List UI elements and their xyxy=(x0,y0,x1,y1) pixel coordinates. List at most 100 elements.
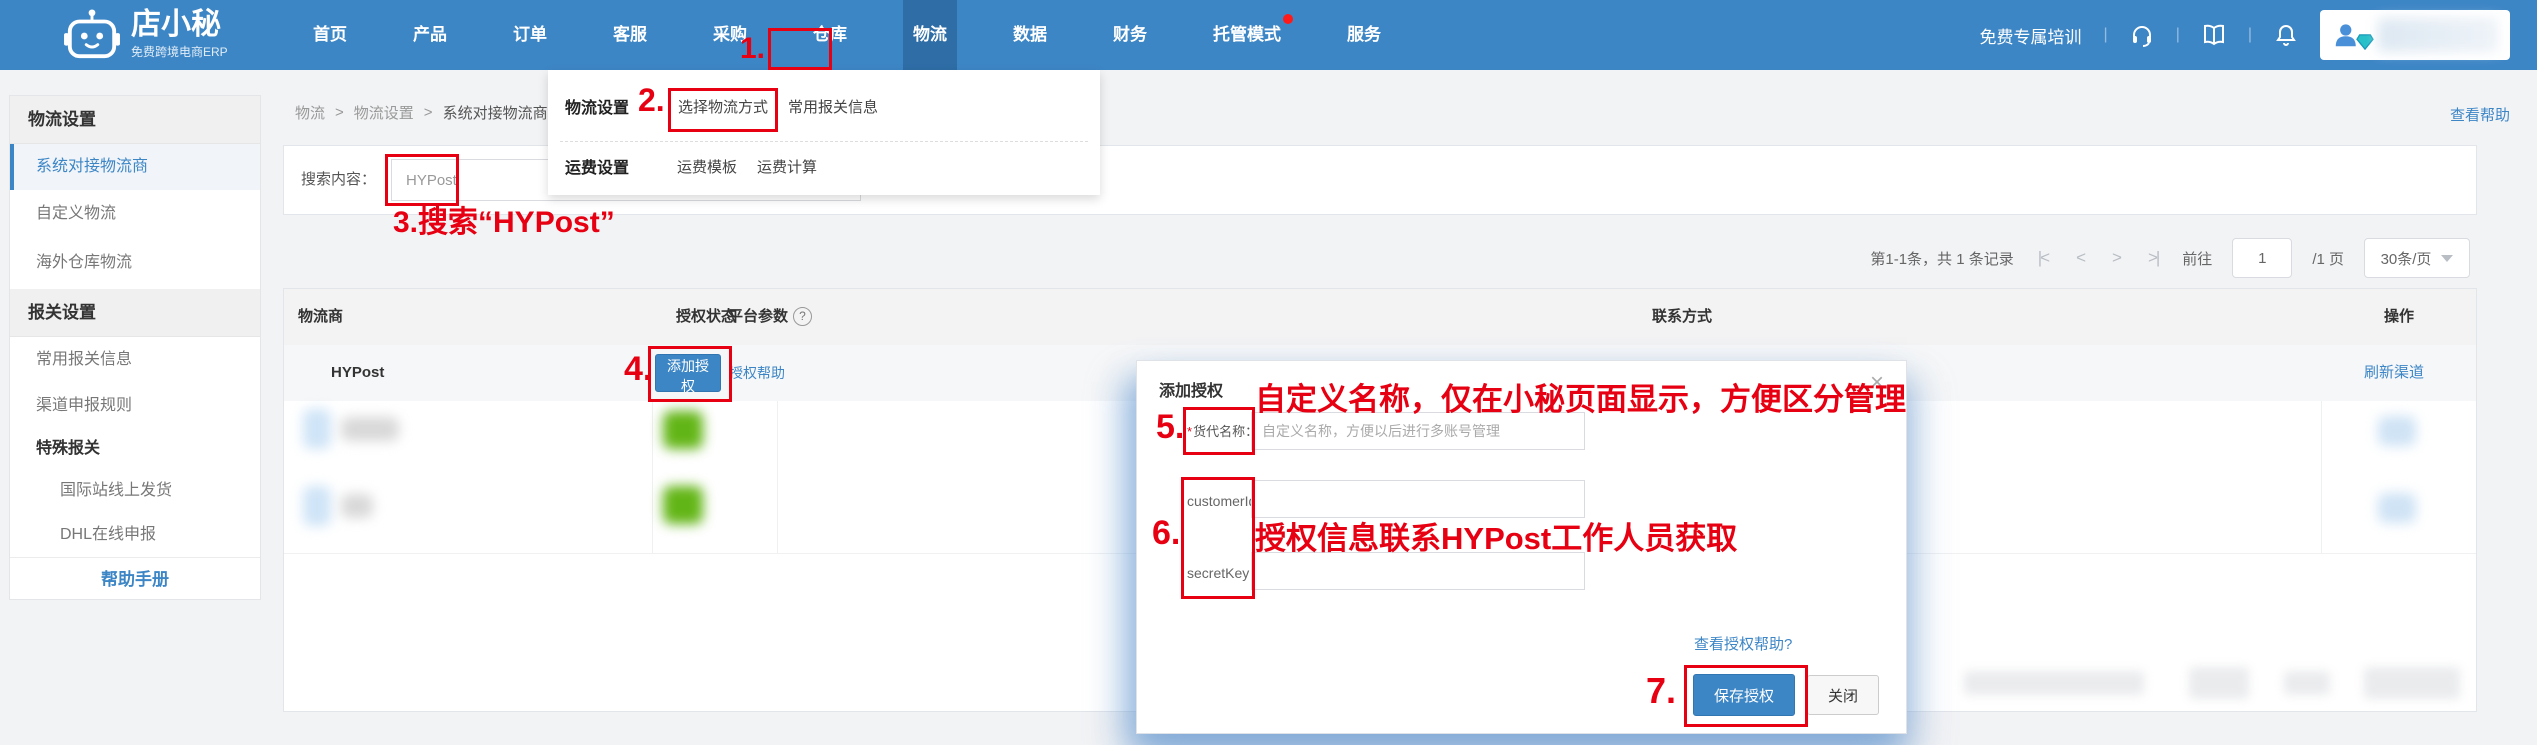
breadcrumb: 物流 > 物流设置 > 系统对接物流商 xyxy=(295,102,548,123)
nav-item-finance[interactable]: 财务 xyxy=(1103,0,1157,70)
pagination-bar: 第1-1条，共 1 条记录 |< < > >| 前往 /1 页 30条/页 xyxy=(1870,233,2470,283)
logo-subtitle: 免费跨境电商ERP xyxy=(131,45,228,59)
breadcrumb-separator: > xyxy=(335,104,344,121)
nav-item-products[interactable]: 产品 xyxy=(403,0,457,70)
required-asterisk: * xyxy=(1187,424,1193,439)
carrier-name-blurred xyxy=(341,417,399,441)
carrier-name: HYPost xyxy=(331,364,385,381)
nav-item-purchasing[interactable]: 采购 xyxy=(703,0,757,70)
search-label: 搜索内容： xyxy=(301,171,377,188)
nav-item-logistics[interactable]: 物流 xyxy=(903,0,957,70)
secret-key-input[interactable] xyxy=(1251,552,1585,590)
page-number-input[interactable] xyxy=(2232,238,2293,278)
refresh-channels-link[interactable]: 刷新渠道 xyxy=(2364,345,2424,401)
first-page-icon[interactable]: |< xyxy=(2034,248,2052,268)
carrier-name-blurred xyxy=(341,494,373,518)
page-size-value: 30条/页 xyxy=(2380,250,2432,268)
breadcrumb-separator: > xyxy=(423,104,433,121)
column-divider xyxy=(2321,401,2322,553)
menu-item-choose-shipping-method[interactable]: 选择物流方式 xyxy=(678,96,768,117)
auth-help-link-modal[interactable]: 查看授权帮助? xyxy=(1694,633,1792,654)
last-page-icon[interactable]: >| xyxy=(2144,248,2162,268)
notification-dot xyxy=(1283,14,1293,24)
col-header-contact: 联系方式 xyxy=(1652,308,1713,325)
bottom-pagination-blurred xyxy=(2364,667,2460,699)
sidebar-help-manual-link[interactable]: 帮助手册 xyxy=(10,557,260,602)
sidebar-item-intl-site-shipping[interactable]: 国际站线上发货 xyxy=(10,470,260,512)
close-icon[interactable]: × xyxy=(1870,369,1884,397)
sidebar-item-custom-logistics[interactable]: 自定义物流 xyxy=(10,190,260,237)
bottom-pagination-blurred xyxy=(2189,667,2249,699)
user-account-box[interactable] xyxy=(2320,10,2510,60)
col-header-carrier: 物流商 xyxy=(298,308,344,325)
topbar-right: 免费专属培训 | | | xyxy=(1980,0,2510,70)
nav-item-home[interactable]: 首页 xyxy=(303,0,357,70)
nav-item-managed-mode[interactable]: 托管模式 xyxy=(1203,0,1293,70)
action-link-blurred xyxy=(2378,416,2416,446)
close-button[interactable]: 关闭 xyxy=(1807,675,1879,715)
auth-toggle-blurred xyxy=(663,486,703,524)
save-auth-button[interactable]: 保存授权 xyxy=(1693,674,1795,716)
logo-title: 店小秘 xyxy=(131,8,221,41)
column-divider xyxy=(777,401,778,553)
pagination-summary: 第1-1条，共 1 条记录 xyxy=(1870,250,2014,268)
page-size-select[interactable]: 30条/页 xyxy=(2364,238,2470,278)
sidebar-section-logistics-settings: 物流设置 xyxy=(10,96,260,144)
action-link-blurred xyxy=(2378,493,2416,523)
customer-id-input[interactable] xyxy=(1251,480,1585,518)
sidebar-item-dhl-online-declare[interactable]: DHL在线申报 xyxy=(10,512,260,557)
menu-item-customs-info[interactable]: 常用报关信息 xyxy=(788,96,878,117)
prev-page-icon[interactable]: < xyxy=(2072,248,2088,268)
carrier-logo-blurred xyxy=(303,486,331,526)
dropdown-group-logistics-settings: 物流设置 选择物流方式 常用报关信息 xyxy=(548,76,1100,136)
chevron-down-icon xyxy=(2441,254,2454,262)
column-divider xyxy=(652,401,653,553)
add-auth-modal: 添加授权 × *货代名称： customerId： secretKey： 查看授… xyxy=(1136,360,1907,734)
sidebar-item-customs-info[interactable]: 常用报关信息 xyxy=(10,337,260,383)
bottom-pagination-blurred xyxy=(2284,671,2330,695)
book-icon[interactable] xyxy=(2202,23,2226,47)
nav-menu: 首页 产品 订单 客服 采购 仓库 物流 数据 财务 托管模式 服务 xyxy=(303,0,1391,70)
separator: | xyxy=(2247,26,2252,43)
col-header-actions: 操作 xyxy=(2384,308,2415,325)
dropdown-group-label: 物流设置 xyxy=(565,100,630,117)
sidebar-item-channel-declare-rules[interactable]: 渠道申报规则 xyxy=(10,383,260,428)
logistics-dropdown-menu: 物流设置 选择物流方式 常用报关信息 运费设置 运费模板 运费计算 xyxy=(548,70,1100,195)
separator: | xyxy=(2103,26,2108,43)
auth-toggle-blurred xyxy=(663,411,703,449)
secret-key-label: secretKey： xyxy=(1187,565,1264,581)
headset-icon[interactable] xyxy=(2130,23,2154,47)
add-auth-button[interactable]: 添加授权 xyxy=(655,354,721,394)
breadcrumb-logistics[interactable]: 物流 xyxy=(295,102,325,123)
breadcrumb-logistics-settings[interactable]: 物流设置 xyxy=(354,102,414,123)
page-total-label: /1 页 xyxy=(2312,250,2344,268)
breadcrumb-current-page: 系统对接物流商 xyxy=(442,105,548,122)
nav-item-data[interactable]: 数据 xyxy=(1003,0,1057,70)
nav-item-orders[interactable]: 订单 xyxy=(503,0,557,70)
auth-help-link[interactable]: 授权帮助 xyxy=(729,345,785,401)
sidebar-item-overseas-warehouse[interactable]: 海外仓库物流 xyxy=(10,237,260,289)
nav-item-managed-mode-label: 托管模式 xyxy=(1213,25,1281,44)
robot-logo-icon xyxy=(64,9,120,59)
help-icon[interactable]: ? xyxy=(793,307,813,326)
nav-item-services[interactable]: 服务 xyxy=(1337,0,1391,70)
forwarder-name-label: *货代名称： xyxy=(1187,421,1258,440)
logo[interactable]: 店小秘 免费跨境电商ERP xyxy=(63,8,228,62)
top-nav-bar: 店小秘 免费跨境电商ERP 首页 产品 订单 客服 采购 仓库 物流 数据 财务… xyxy=(0,0,2537,70)
app-root: 店小秘 免费跨境电商ERP 首页 产品 订单 客服 采购 仓库 物流 数据 财务… xyxy=(0,0,2537,745)
separator: | xyxy=(2175,26,2180,43)
username-blurred xyxy=(2378,18,2498,52)
goto-page-label: 前往 xyxy=(2182,250,2213,268)
view-help-link[interactable]: 查看帮助 xyxy=(2450,104,2510,125)
nav-item-warehouse[interactable]: 仓库 xyxy=(803,0,857,70)
training-link[interactable]: 免费专属培训 xyxy=(1980,23,2082,48)
menu-item-freight-template[interactable]: 运费模板 xyxy=(677,156,737,177)
forwarder-name-input[interactable] xyxy=(1251,412,1585,450)
sidebar-item-system-carriers[interactable]: 系统对接物流商 xyxy=(10,144,260,190)
nav-item-service[interactable]: 客服 xyxy=(603,0,657,70)
bell-icon[interactable] xyxy=(2274,23,2298,47)
menu-item-freight-calc[interactable]: 运费计算 xyxy=(757,156,817,177)
sidebar-section-customs-settings: 报关设置 xyxy=(10,289,260,337)
next-page-icon[interactable]: > xyxy=(2108,248,2124,268)
dropdown-group-freight-settings: 运费设置 运费模板 运费计算 xyxy=(548,136,1100,196)
